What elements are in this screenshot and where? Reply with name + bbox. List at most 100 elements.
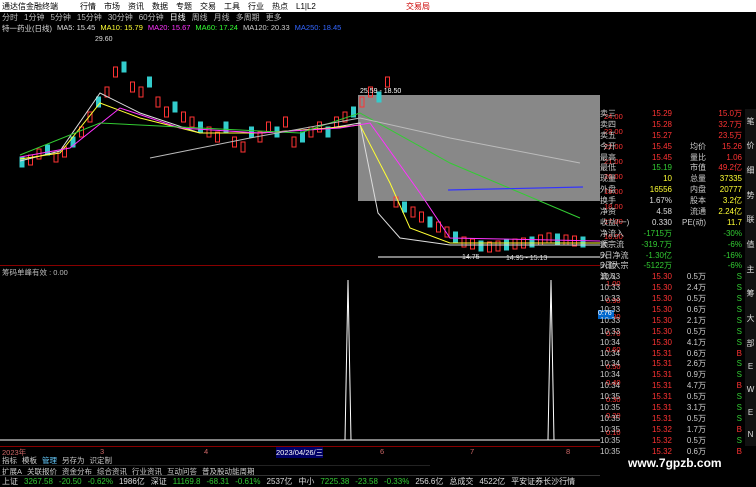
tab-indicator[interactable]: 指标	[2, 455, 17, 465]
row-label2: 总量	[690, 174, 706, 184]
candle	[359, 96, 365, 108]
kline-chart[interactable]: 29.60 25.59 - 18.50 14.75 14.95 - 15.13	[0, 33, 600, 265]
row-value: 15.31	[651, 381, 672, 391]
tab-manage[interactable]: 管理	[42, 455, 57, 465]
menu-hangqing[interactable]: 行情	[80, 1, 96, 12]
candle	[113, 66, 118, 78]
row-label: 10:33	[600, 305, 621, 315]
period-1min[interactable]: 1分钟	[24, 12, 44, 23]
menu-jiaoyi[interactable]: 交易	[200, 1, 216, 12]
quote-panel: 卖三 15.29 15.0万 卖四 15.28 32.7万 卖五 15.27 23.5万 今开 15…	[600, 109, 745, 456]
side-tab[interactable]: 价	[747, 140, 755, 151]
row-label: 10:34	[600, 370, 621, 380]
row-label2	[672, 251, 706, 262]
row-value2: 32.7万	[718, 119, 742, 129]
menu-zixun[interactable]: 资讯	[128, 1, 144, 12]
tab-news[interactable]: 综合资讯	[97, 466, 127, 476]
tab-custom[interactable]: 识定制	[90, 455, 113, 465]
period-15min[interactable]: 15分钟	[77, 12, 102, 23]
side-tab[interactable]: E	[748, 408, 753, 417]
tab-saveas[interactable]: 另存为	[62, 455, 85, 465]
side-tab[interactable]: 联	[747, 214, 755, 225]
candle	[419, 211, 424, 223]
period-more[interactable]: 更多	[266, 12, 282, 23]
candle	[266, 121, 271, 133]
side-tab[interactable]: 势	[747, 190, 755, 201]
side-tab[interactable]: 大	[747, 313, 755, 324]
menu-gongju[interactable]: 工具	[224, 1, 240, 12]
side-tab[interactable]: 部	[747, 338, 755, 349]
row-label: 10:34	[600, 337, 621, 347]
period-multi[interactable]: 多周期	[236, 12, 260, 23]
quote-row: 10:35 15.32 0.5万 S	[600, 436, 745, 447]
candle	[164, 106, 169, 118]
candle	[138, 86, 144, 98]
quote-row: 卖四 15.28 32.7万	[600, 120, 745, 131]
tab-ext-a[interactable]: 扩展A	[2, 466, 22, 476]
quote-row: 卖五 15.27 23.5万	[600, 131, 745, 142]
row-label: 10:34	[600, 381, 621, 391]
menu-zhuanti[interactable]: 专题	[176, 1, 192, 12]
row-value: 15.30	[651, 272, 672, 282]
row-value2: S	[736, 305, 742, 315]
zx-name[interactable]: 中小	[298, 476, 314, 487]
app-name: 通达信金融终端	[2, 1, 58, 11]
period-daily[interactable]: 日线	[170, 12, 186, 23]
row-label2: PE(动)	[682, 217, 706, 227]
candle	[300, 131, 305, 143]
watermark: www.7gpzb.com	[628, 456, 722, 470]
row-label2: 2.4万	[686, 283, 706, 293]
side-tab[interactable]: 笔	[747, 116, 755, 127]
row-label2: 1.7万	[686, 424, 706, 434]
candle	[155, 96, 161, 108]
tab-qa[interactable]: 互动问答	[167, 466, 197, 476]
row-value: 15.31	[651, 359, 672, 369]
tab-fund[interactable]: 资金分布	[62, 466, 92, 476]
period-30min[interactable]: 30分钟	[108, 12, 133, 23]
row-label: 卖四	[600, 119, 616, 129]
period-weekly[interactable]: 周线	[192, 12, 208, 23]
row-label: 大宗流入	[600, 239, 624, 260]
menu-shichang[interactable]: 市场	[104, 1, 120, 12]
side-tab[interactable]: W	[747, 385, 755, 394]
tab-industry[interactable]: 行业资讯	[132, 466, 162, 476]
row-value2: -6%	[727, 239, 742, 249]
row-label2: 0.5万	[686, 272, 706, 282]
sz-name[interactable]: 深证	[151, 476, 167, 487]
row-label: 10:35	[600, 413, 621, 423]
row-value2: 23.5万	[718, 130, 742, 140]
side-tab[interactable]: E	[748, 362, 753, 371]
period-5min[interactable]: 5分钟	[50, 12, 70, 23]
period-fenshi[interactable]: 分时	[2, 12, 18, 23]
row-label: 10:35	[600, 435, 621, 445]
row-value2: S	[736, 392, 742, 402]
trade-link[interactable]: 交易局	[406, 1, 430, 12]
menu-l1l2[interactable]: L1|L2	[296, 2, 316, 11]
row-value: 15.30	[651, 305, 672, 315]
period-60min[interactable]: 60分钟	[139, 12, 164, 23]
row-value2: 3.2亿	[722, 196, 742, 206]
quote-row: 10:33 15.30 0.5万 S	[600, 294, 745, 305]
row-value: 15.31	[651, 392, 672, 402]
tab-related[interactable]: 关联报价	[27, 466, 57, 476]
row-label2	[672, 120, 706, 131]
ma20-line	[19, 107, 600, 242]
row-value2: S	[736, 413, 742, 423]
period-monthly[interactable]: 月线	[214, 12, 230, 23]
sh-name[interactable]: 上证	[2, 476, 18, 487]
row-label: 10:34	[600, 359, 621, 369]
tab-cycle[interactable]: 普及股动能周期	[202, 466, 255, 476]
menu-redian[interactable]: 热点	[272, 1, 288, 12]
indicator-chart[interactable]	[0, 270, 600, 446]
row-value2: 49.2亿	[718, 163, 742, 173]
side-tab[interactable]: 细	[747, 165, 755, 176]
menu-hangye[interactable]: 行业	[248, 1, 264, 12]
status-bar: 上证 3267.58 -20.50 -0.62% 1986亿 深证 11169.…	[0, 475, 600, 487]
menu-shuju[interactable]: 数据	[152, 1, 168, 12]
tab-template[interactable]: 模板	[22, 455, 37, 465]
side-tab[interactable]: 值	[747, 239, 755, 250]
side-tab[interactable]: 筹	[747, 288, 755, 299]
side-tab[interactable]: 主	[747, 264, 755, 275]
row-value: 15.45	[651, 141, 672, 151]
side-tab[interactable]: N	[748, 430, 754, 439]
